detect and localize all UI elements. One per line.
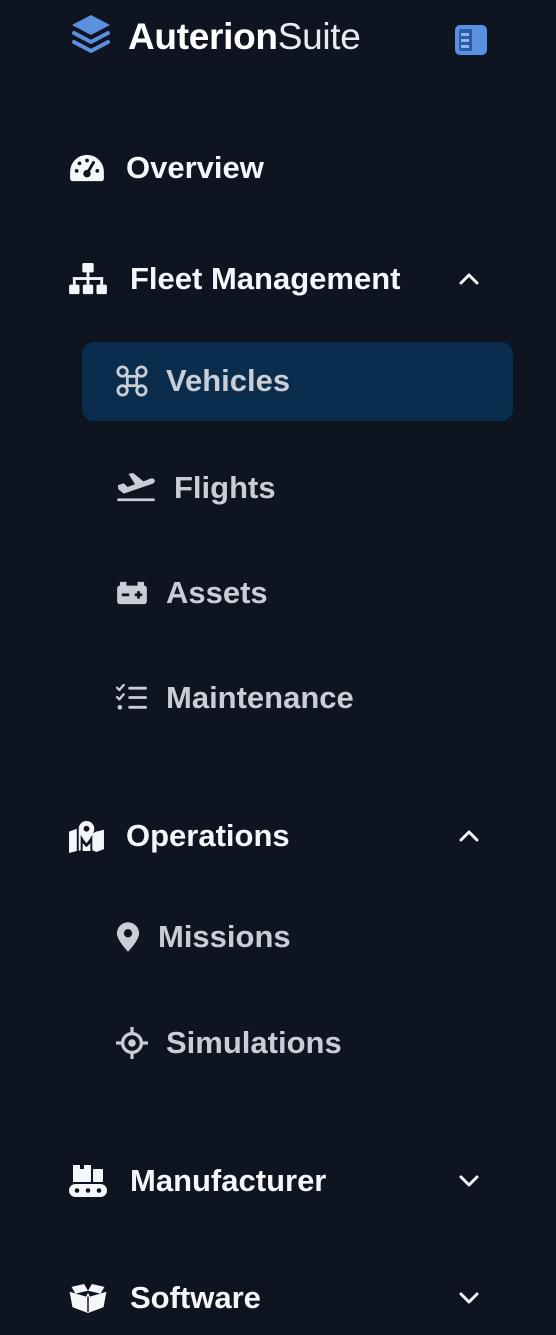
map-location-icon [68,816,126,856]
nav-manufacturer[interactable]: Manufacturer [68,1156,326,1206]
plane-departure-icon [116,472,174,504]
location-pin-icon [116,921,158,953]
brand-name-light: Suite [277,16,361,57]
sidebar-item-assets[interactable]: Assets [116,568,268,618]
nav-manufacturer-label: Manufacturer [130,1163,327,1198]
sidebar-item-missions-label: Missions [158,919,291,954]
brand-name-bold: Auterion [128,16,278,57]
checklist-icon [116,684,166,712]
sidebar-item-maintenance-label: Maintenance [166,680,354,715]
sidebar-item-maintenance[interactable]: Maintenance [116,673,354,723]
nav-overview-label: Overview [126,150,264,185]
nav-operations-label: Operations [126,818,290,853]
nav-overview[interactable]: Overview [68,143,264,193]
sitemap-icon [68,259,130,299]
sidebar-item-simulations[interactable]: Simulations [116,1018,342,1068]
sidebar-item-assets-label: Assets [166,575,268,610]
fleet-collapse-chevron-up-icon[interactable] [452,262,486,296]
nav-operations[interactable]: Operations [68,811,290,861]
drone-icon [116,365,166,397]
sidebar-item-vehicles-label: Vehicles [166,363,291,398]
sidebar-item-flights[interactable]: Flights [116,463,276,513]
nav-fleet-management-label: Fleet Management [130,261,401,296]
nav-software[interactable]: Software [68,1273,261,1323]
nav-fleet-management[interactable]: Fleet Management [68,254,400,304]
software-expand-chevron-down-icon[interactable] [452,1281,486,1315]
sidebar-toggle-icon [455,25,487,55]
factory-conveyor-icon [68,1161,130,1201]
nav-software-label: Software [130,1280,261,1315]
manufacturer-expand-chevron-down-icon[interactable] [452,1164,486,1198]
sidebar-item-missions[interactable]: Missions [116,912,291,962]
crosshair-icon [116,1027,166,1059]
sidebar-item-vehicles[interactable]: Vehicles [116,356,290,406]
operations-collapse-chevron-up-icon[interactable] [452,819,486,853]
gauge-icon [68,148,126,188]
sidebar-item-flights-label: Flights [174,470,276,505]
brand-title: AuterionSuite [128,14,361,60]
sidebar-collapse-button[interactable] [452,22,490,58]
auterion-logo-icon [68,12,114,58]
open-box-icon [68,1278,130,1318]
sidebar-item-simulations-label: Simulations [166,1025,342,1060]
battery-icon [116,580,166,606]
